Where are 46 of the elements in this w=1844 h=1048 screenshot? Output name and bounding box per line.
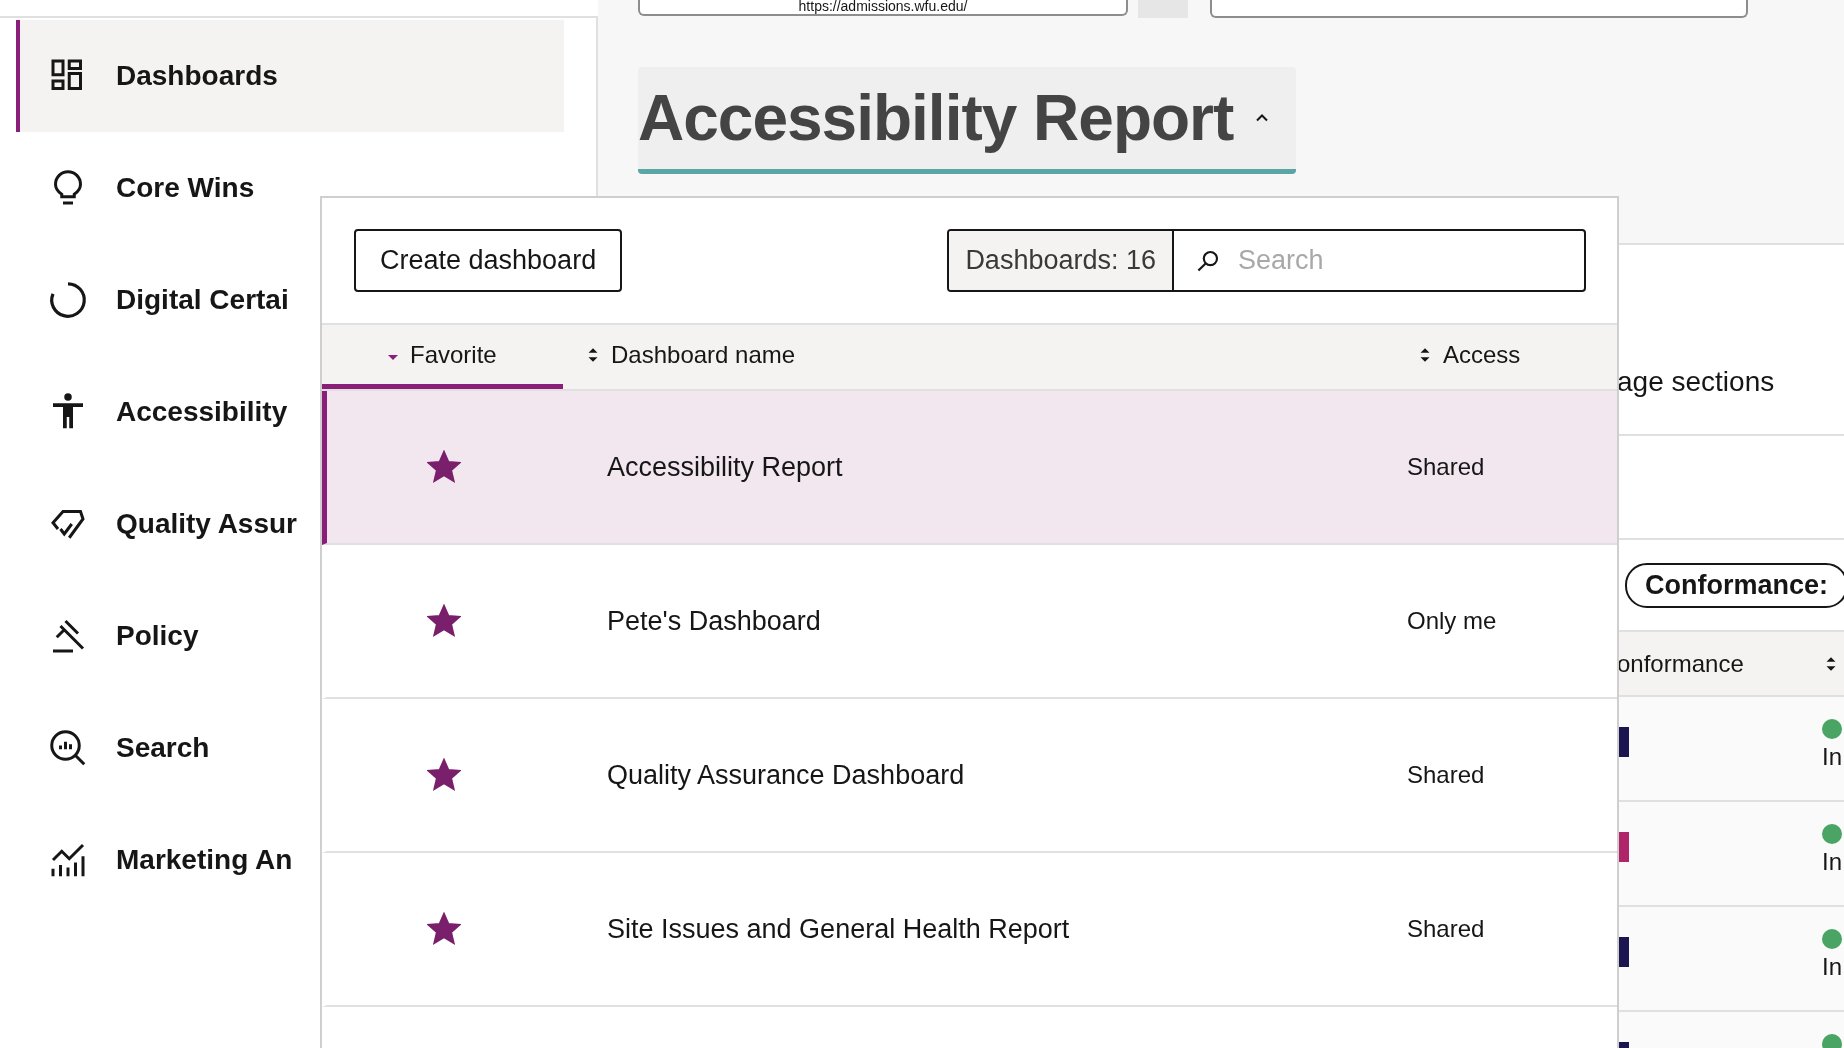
url-field[interactable]: https://admissions.wfu.edu/: [638, 0, 1128, 16]
nav-label: Digital Certai: [116, 284, 289, 316]
status-text: In: [1822, 953, 1842, 981]
search-field[interactable]: Search: [1236, 244, 1540, 277]
nav-label: Dashboards: [116, 60, 278, 92]
access-text: Shared: [1407, 915, 1486, 943]
search-chart-icon: [48, 728, 88, 768]
nav-label: Search: [116, 732, 210, 764]
dashboard-row[interactable]: Site Issues and General Health Report Shared: [322, 853, 1617, 1007]
dashboard-name: Site Issues and General Health Report: [606, 913, 1071, 945]
status-dot: [1822, 1034, 1842, 1048]
dashboard-name: Pete's Dashboard: [606, 605, 822, 637]
status-text: In: [1822, 848, 1842, 876]
nav-label: Quality Assur: [116, 508, 297, 540]
star-icon[interactable]: [427, 604, 461, 638]
access-text: Shared: [1407, 453, 1486, 481]
filter-tag[interactable]: Conformance:: [1625, 562, 1844, 608]
column-header[interactable]: Access: [1419, 325, 1617, 389]
star-icon[interactable]: [427, 912, 461, 946]
sort-down-icon: [388, 355, 398, 360]
section-label: age sections: [1617, 366, 1775, 398]
search-icon: [1196, 248, 1220, 273]
dashboard-name: Quality Assurance Dashboard: [606, 759, 966, 791]
status-dot: [1822, 824, 1842, 844]
nav-label: Policy: [116, 620, 199, 652]
status-dot: [1822, 929, 1842, 949]
dashboard-count: Dashboards: 16: [949, 231, 1174, 290]
star-icon[interactable]: [427, 758, 461, 792]
input-field[interactable]: [1210, 0, 1748, 18]
dashboard-name: Accessibility Report: [606, 451, 844, 483]
sidebar-item[interactable]: Dashboards: [16, 20, 564, 132]
column-header[interactable]: onformance: [1617, 649, 1817, 678]
access-text: Shared: [1407, 761, 1486, 789]
nav-label: Marketing An: [116, 844, 293, 876]
dashboard-row[interactable]: Pete's Dashboard Only me: [322, 545, 1617, 699]
dashboard-row[interactable]: Quality Assurance Dashboard Shared: [322, 699, 1617, 853]
create-dashboard-button[interactable]: Create dashboard: [354, 229, 623, 292]
nav-label: Accessibility: [116, 396, 288, 428]
dashboard-row[interactable]: Accessibility Report Shared: [322, 391, 1617, 545]
star-icon[interactable]: [427, 450, 461, 484]
status-dot: [1822, 719, 1842, 739]
nav-label: Core Wins: [116, 172, 255, 204]
column-header[interactable]: Dashboard name: [563, 325, 1419, 389]
status-text: In: [1822, 743, 1842, 771]
access-text: Only me: [1407, 607, 1498, 635]
dashboard-title-dropdown[interactable]: Accessibility Report: [638, 67, 1296, 174]
